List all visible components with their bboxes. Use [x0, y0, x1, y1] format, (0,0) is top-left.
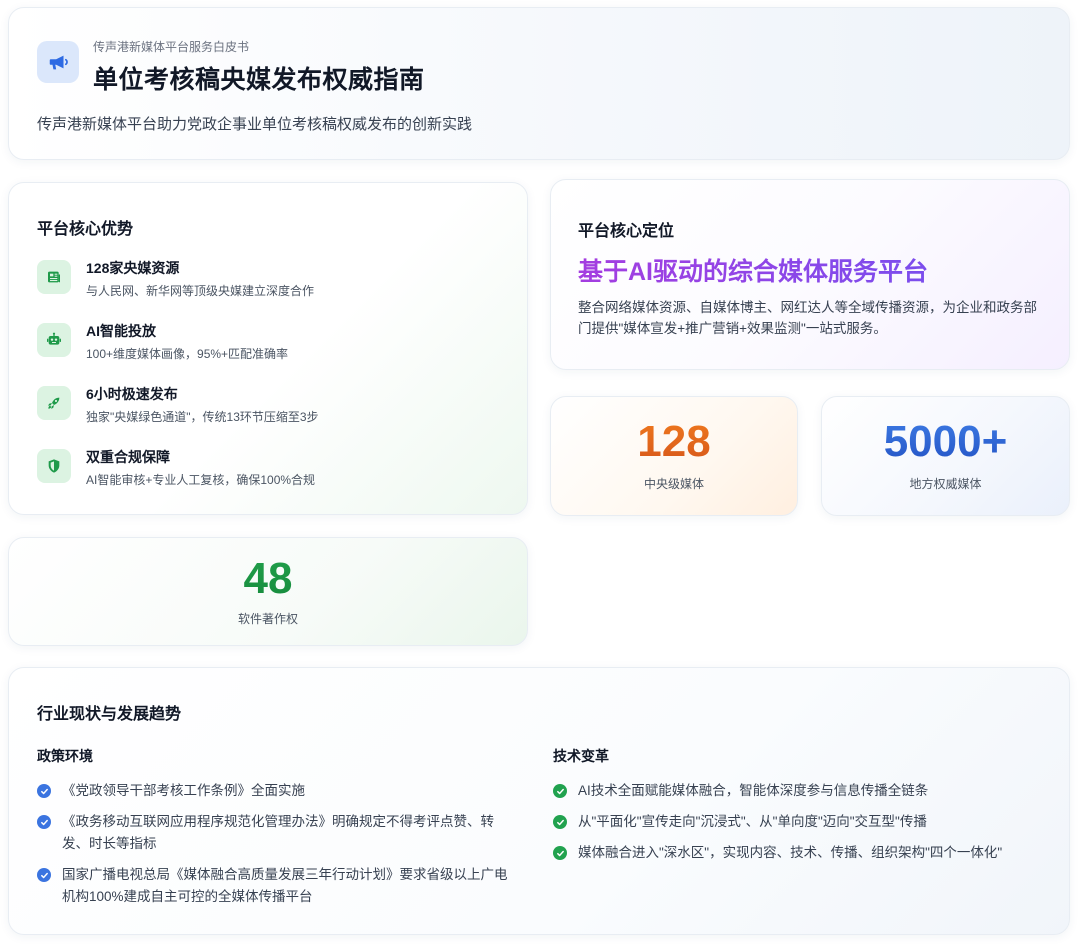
- stat-card-central-media: 128 中央级媒体: [550, 396, 798, 516]
- policy-title: 政策环境: [37, 748, 93, 764]
- stat-label: 中央级媒体: [643, 477, 704, 491]
- stat-value: 128: [551, 417, 797, 467]
- policy-item-text: 《党政领导干部考核工作条例》全面实施: [62, 783, 305, 798]
- stat-label: 地方权威媒体: [909, 477, 982, 491]
- page-title: 单位考核稿央媒发布权威指南: [93, 66, 425, 94]
- rocket-icon: [37, 386, 71, 420]
- advantage-title: AI智能投放: [86, 323, 156, 339]
- advantage-title: 双重合规保障: [86, 449, 170, 465]
- check-icon: [553, 784, 567, 798]
- header-eyebrow: 传声港新媒体平台服务白皮书: [93, 40, 250, 54]
- tech-item-text: AI技术全面赋能媒体融合，智能体深度参与信息传播全链条: [578, 783, 929, 798]
- trends-title: 行业现状与发展趋势: [37, 706, 182, 723]
- tech-item-text: 媒体融合进入"深水区"，实现内容、技术、传播、组织架构"四个一体化": [578, 845, 1003, 860]
- positioning-card: 平台核心定位 基于AI驱动的综合媒体服务平台 整合网络媒体资源、自媒体博主、网红…: [550, 179, 1070, 370]
- advantage-item: AI智能投放 100+维度媒体画像，95%+匹配准确率: [37, 321, 517, 371]
- stat-value: 5000+: [822, 417, 1069, 467]
- advantage-item: 128家央媒资源 与人民网、新华网等顶级央媒建立深度合作: [37, 258, 517, 308]
- advantage-title: 6小时极速发布: [86, 386, 178, 402]
- check-icon: [553, 846, 567, 860]
- check-icon: [37, 815, 51, 829]
- trends-card: 行业现状与发展趋势 政策环境 《党政领导干部考核工作条例》全面实施 《政务移动互…: [8, 667, 1070, 935]
- policy-item: 《政务移动互联网应用程序规范化管理办法》明确规定不得考评点赞、转发、时长等指标: [37, 811, 517, 855]
- stat-value: 48: [9, 554, 527, 604]
- tech-item-text: 从"平面化"宣传走向"沉浸式"、从"单向度"迈向"交互型"传播: [578, 814, 927, 829]
- policy-item: 国家广播电视总局《媒体融合高质量发展三年行动计划》要求省级以上广电机构100%建…: [37, 864, 517, 908]
- advantage-desc: 100+维度媒体画像，95%+匹配准确率: [86, 347, 289, 361]
- advantage-desc: 与人民网、新华网等顶级央媒建立深度合作: [86, 284, 315, 298]
- check-icon: [37, 868, 51, 882]
- shield-icon: [37, 449, 71, 483]
- advantages-title: 平台核心优势: [37, 221, 134, 238]
- tech-item: AI技术全面赋能媒体融合，智能体深度参与信息传播全链条: [553, 780, 1033, 802]
- tech-item: 从"平面化"宣传走向"沉浸式"、从"单向度"迈向"交互型"传播: [553, 811, 1033, 833]
- advantage-item: 6小时极速发布 独家"央媒绿色通道"，传统13环节压缩至3步: [37, 384, 517, 434]
- stat-label: 软件著作权: [237, 612, 298, 626]
- header-card: 传声港新媒体平台服务白皮书 单位考核稿央媒发布权威指南 传声港新媒体平台助力党政…: [8, 7, 1070, 160]
- check-icon: [553, 815, 567, 829]
- positioning-desc: 整合网络媒体资源、自媒体博主、网红达人等全域传播资源，为企业和政务部门提供"媒体…: [578, 300, 1037, 336]
- tech-item: 媒体融合进入"深水区"，实现内容、技术、传播、组织架构"四个一体化": [553, 842, 1033, 864]
- positioning-slogan: 基于AI驱动的综合媒体服务平台: [578, 252, 928, 288]
- tech-title: 技术变革: [553, 748, 609, 764]
- policy-item: 《党政领导干部考核工作条例》全面实施: [37, 780, 517, 802]
- advantages-card: 平台核心优势 128家央媒资源 与人民网、新华网等顶级央媒建立深度合作 AI智能…: [8, 182, 528, 515]
- policy-item-text: 《政务移动互联网应用程序规范化管理办法》明确规定不得考评点赞、转发、时长等指标: [62, 814, 494, 851]
- advantage-item: 双重合规保障 AI智能审核+专业人工复核，确保100%合规: [37, 447, 517, 497]
- page-subtitle: 传声港新媒体平台助力党政企事业单位考核稿权威发布的创新实践: [37, 116, 473, 133]
- positioning-title: 平台核心定位: [578, 223, 675, 240]
- advantage-desc: AI智能审核+专业人工复核，确保100%合规: [86, 473, 316, 487]
- check-icon: [37, 784, 51, 798]
- megaphone-icon: [37, 41, 79, 83]
- stat-card-local-media: 5000+ 地方权威媒体: [821, 396, 1070, 516]
- policy-item-text: 国家广播电视总局《媒体融合高质量发展三年行动计划》要求省级以上广电机构100%建…: [62, 867, 508, 904]
- newspaper-icon: [37, 260, 71, 294]
- stat-card-software-copyright: 48 软件著作权: [8, 537, 528, 646]
- robot-icon: [37, 323, 71, 357]
- advantage-title: 128家央媒资源: [86, 260, 180, 276]
- advantage-desc: 独家"央媒绿色通道"，传统13环节压缩至3步: [86, 410, 319, 424]
